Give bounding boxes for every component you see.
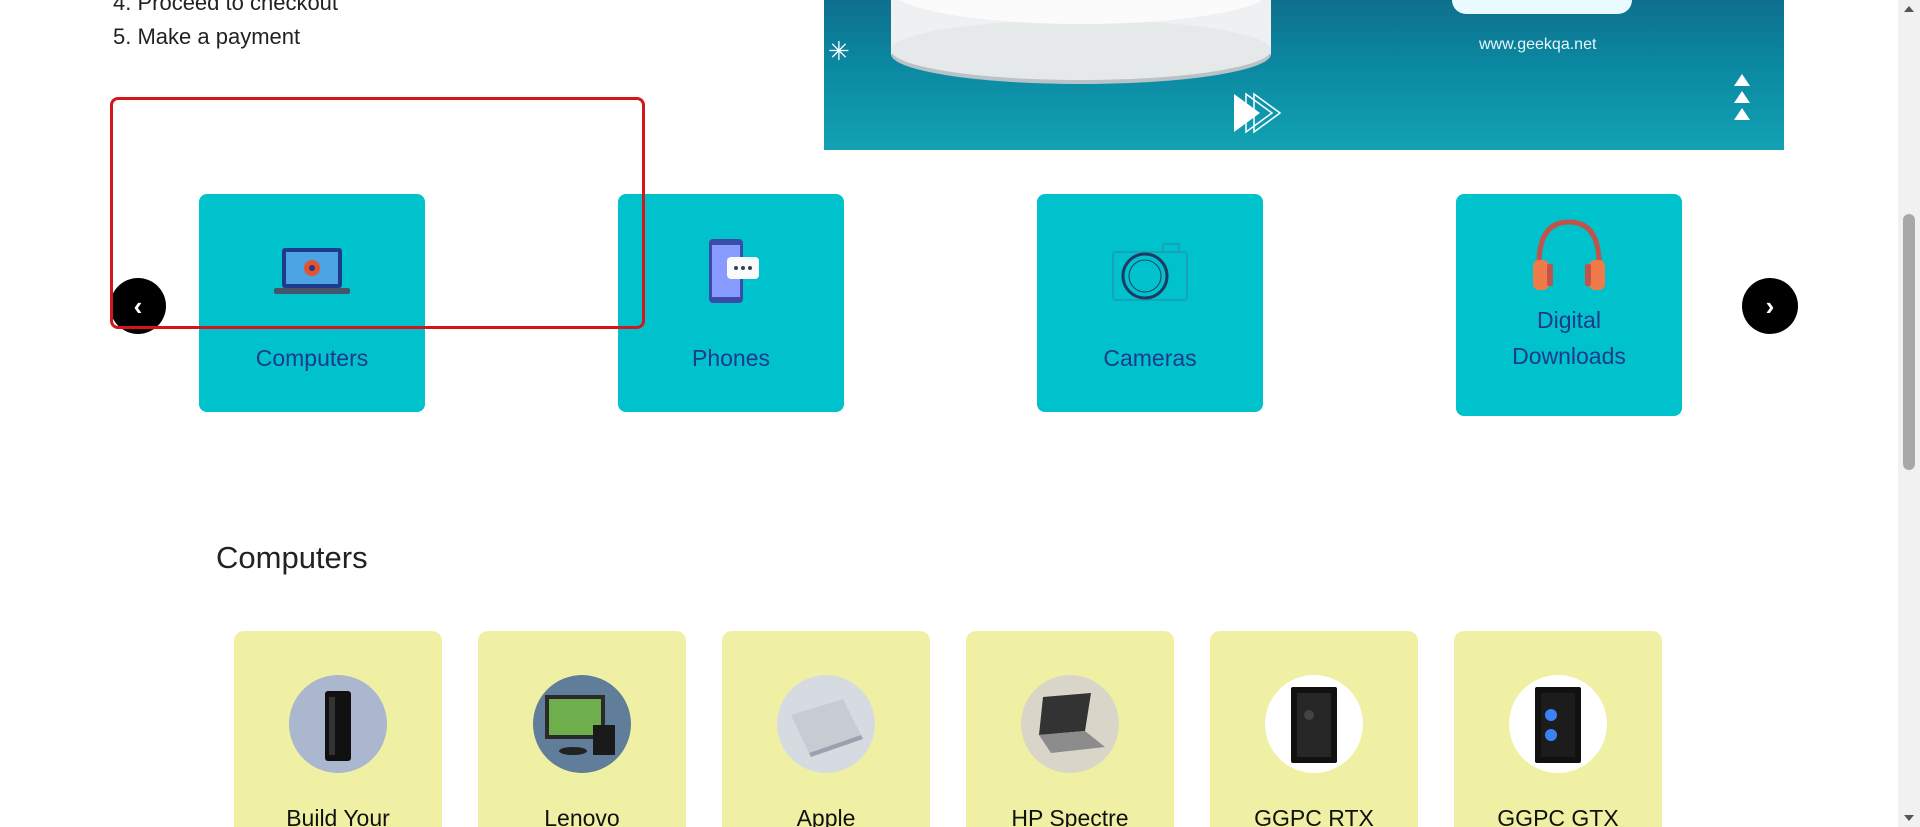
product-image [289, 675, 387, 773]
category-label: Digital Downloads [1512, 307, 1626, 369]
product-image [533, 675, 631, 773]
product-card[interactable]: Apple [722, 631, 930, 827]
headphones-icon [1527, 216, 1611, 296]
step-5: 5. Make a payment [113, 24, 301, 49]
product-card[interactable]: HP Spectre [966, 631, 1174, 827]
chevron-right-icon: › [1765, 290, 1775, 321]
section-title-computers: Computers [216, 540, 368, 575]
laptop-icon [272, 232, 352, 312]
product-name: Build Your [286, 805, 390, 827]
product-image [1509, 675, 1607, 773]
product-name: HP Spectre [1011, 805, 1129, 827]
product-image [1021, 675, 1119, 773]
triangles-up-icon [1734, 74, 1750, 120]
product-name: GGPC RTX [1254, 805, 1374, 827]
vertical-scrollbar[interactable] [1898, 0, 1920, 827]
product-name: Lenovo [544, 805, 620, 827]
product-card[interactable]: Build Your [234, 631, 442, 827]
category-label: Phones [691, 345, 770, 371]
step-4: 4. Proceed to checkout [113, 0, 339, 15]
scrollbar-thumb[interactable] [1903, 214, 1915, 470]
category-card-computers[interactable]: Computers [199, 194, 425, 412]
product-image [777, 675, 875, 773]
category-carousel: Computers Phones Cameras Digital Downloa… [110, 194, 1800, 424]
page: 4. Proceed to checkout 5. Make a payment… [0, 0, 1920, 827]
product-card[interactable]: GGPC RTX [1210, 631, 1418, 827]
category-card-cameras[interactable]: Cameras [1037, 194, 1263, 412]
carousel-next-button[interactable]: › [1742, 278, 1798, 334]
promo-banner[interactable]: ✳ www.geekqa.net [824, 0, 1784, 150]
scroll-down-arrow-icon[interactable] [1904, 815, 1914, 821]
phone-chat-icon [701, 232, 761, 312]
product-image [1265, 675, 1363, 773]
scroll-up-arrow-icon[interactable] [1904, 6, 1914, 12]
chevron-left-icon: ‹ [133, 290, 143, 321]
checkout-steps: 4. Proceed to checkout 5. Make a payment [113, 0, 338, 54]
product-card[interactable]: GGPC GTX [1454, 631, 1662, 827]
shop-now-button[interactable] [1452, 0, 1632, 14]
category-card-phones[interactable]: Phones [618, 194, 844, 412]
product-name: GGPC GTX [1497, 805, 1619, 827]
category-card-digital-downloads[interactable]: Digital Downloads [1456, 194, 1682, 416]
category-label: Computers [255, 345, 369, 371]
sparkle-icon: ✳ [828, 36, 850, 66]
carousel-prev-button[interactable]: ‹ [110, 278, 166, 334]
banner-url: www.geekqa.net [1479, 36, 1597, 53]
camera-icon [1109, 232, 1191, 312]
product-pedestal-image [891, 0, 1271, 84]
product-card[interactable]: Lenovo [478, 631, 686, 827]
play-arrows-icon [1234, 92, 1282, 134]
category-label: Cameras [1103, 345, 1197, 371]
product-name: Apple [796, 805, 856, 827]
